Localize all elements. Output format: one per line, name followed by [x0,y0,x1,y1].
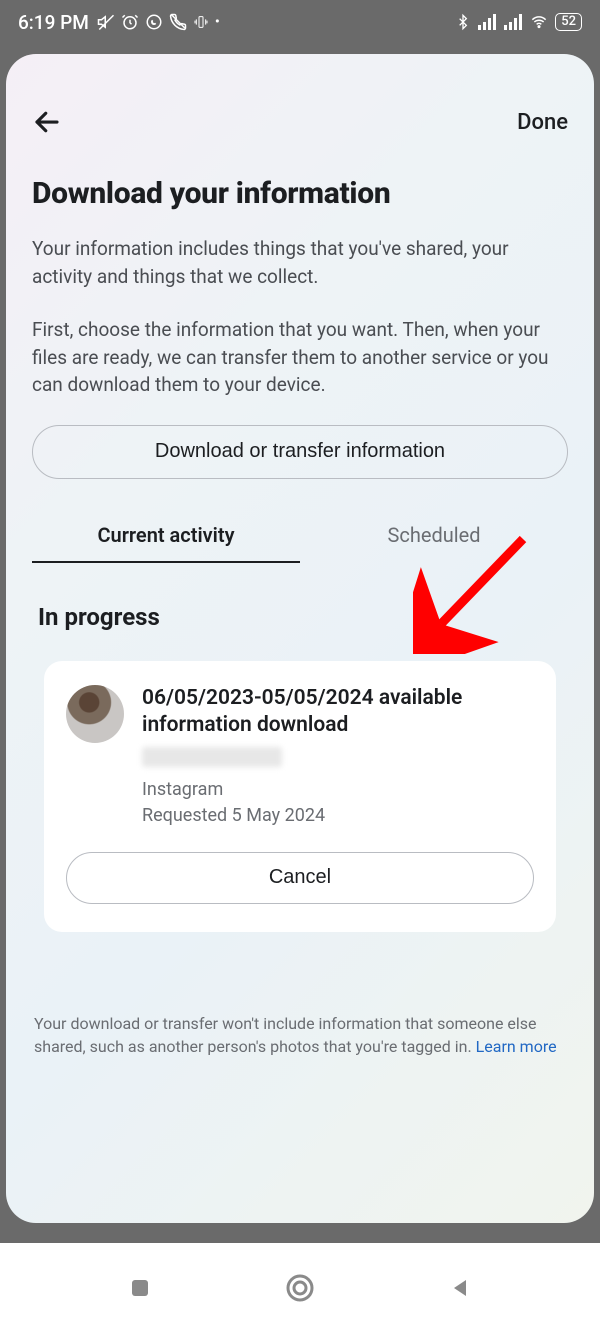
dot-icon: • [215,14,220,30]
card-requested: Requested 5 May 2024 [142,803,534,828]
square-icon [128,1276,152,1300]
triangle-left-icon [448,1276,472,1300]
card-title: 06/05/2023-05/05/2024 available informat… [142,685,534,740]
nav-home-button[interactable] [280,1268,320,1308]
description-1: Your information includes things that yo… [32,235,568,290]
circle-icon [285,1273,315,1303]
download-card: 06/05/2023-05/05/2024 available informat… [44,661,556,932]
tabs: Current activity Scheduled [32,509,568,563]
nav-back-button[interactable] [440,1268,480,1308]
disclaimer-text: Your download or transfer won't include … [34,1014,537,1056]
status-time: 6:19 PM [18,11,89,34]
back-button[interactable] [32,104,68,140]
whatsapp-icon [145,13,163,31]
mute-icon [97,13,115,31]
cancel-button[interactable]: Cancel [66,852,534,904]
header-row: Done [32,104,568,140]
signal-icon-1 [477,14,497,30]
wifi-icon [529,14,549,30]
redacted-username [142,747,282,767]
tab-current-activity[interactable]: Current activity [32,509,300,563]
nav-recent-button[interactable] [120,1268,160,1308]
android-nav-bar [0,1243,600,1333]
done-button[interactable]: Done [517,110,568,135]
missed-call-icon [169,13,187,31]
card-platform: Instagram [142,777,534,802]
status-right: 52 [455,13,582,31]
description-2: First, choose the information that you w… [32,316,568,399]
page-container: Done Download your information Your info… [6,54,594,1223]
status-icons-left: • [97,13,220,31]
disclaimer: Your download or transfer won't include … [32,1012,568,1058]
card-text: 06/05/2023-05/05/2024 available informat… [142,685,534,828]
alarm-icon [121,13,139,31]
battery-indicator: 52 [555,13,582,31]
bluetooth-icon [455,13,471,31]
signal-icon-2 [503,14,523,30]
card-row: 06/05/2023-05/05/2024 available informat… [66,685,534,828]
download-transfer-button[interactable]: Download or transfer information [32,425,568,479]
section-in-progress: In progress [38,603,568,631]
avatar [66,685,124,743]
status-left: 6:19 PM • [18,11,220,34]
learn-more-link[interactable]: Learn more [476,1037,557,1056]
tab-scheduled[interactable]: Scheduled [300,509,568,563]
status-bar: 6:19 PM • 52 [0,0,600,44]
vibrate-icon [193,14,209,30]
page-title: Download your information [32,176,568,211]
arrow-left-icon [32,107,62,137]
